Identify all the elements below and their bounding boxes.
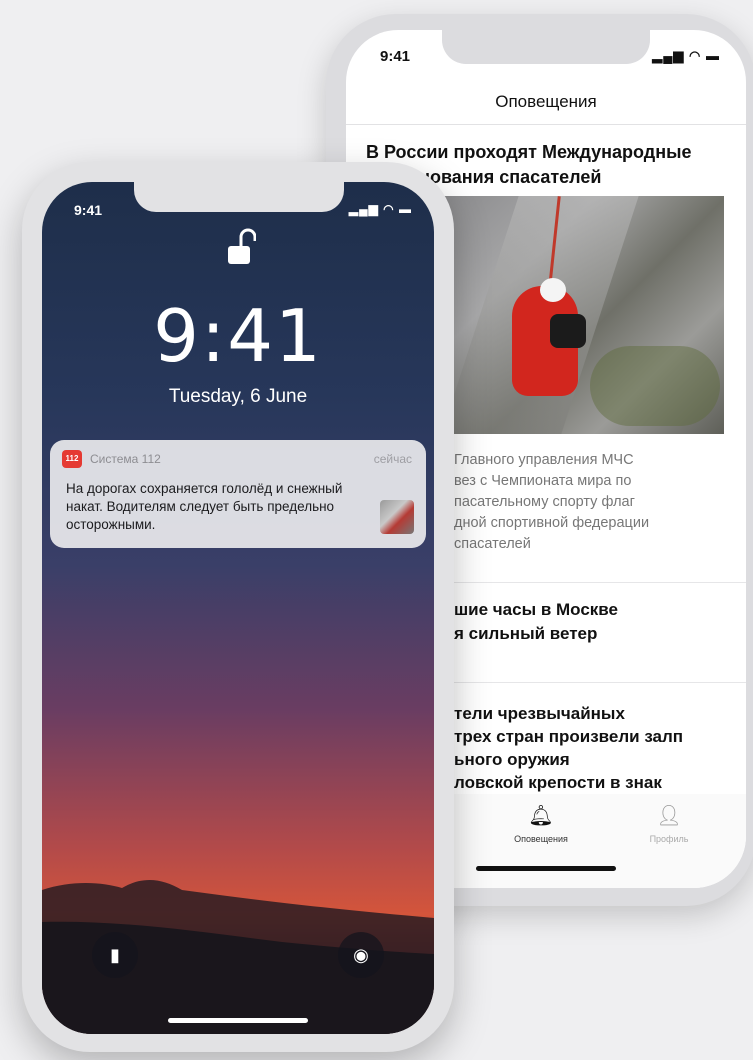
notification-time: сейчас — [373, 452, 412, 466]
tab-label: Оповещения — [514, 834, 568, 844]
news-photo[interactable] — [440, 196, 724, 434]
tab-alerts[interactable]: 🔔︎ Оповещения — [496, 804, 586, 844]
news-snippet: Главного управления МЧС вез с Чемпионата… — [454, 452, 650, 552]
status-icons: ▂▄▆ ◠ ▬ — [652, 48, 720, 63]
unlock-icon — [228, 228, 256, 264]
flashlight-button[interactable]: ▮ — [92, 932, 138, 978]
camera-button[interactable]: ◉ — [338, 932, 384, 978]
tab-label: Профиль — [649, 834, 689, 844]
notification-app-name: Система 112 — [90, 452, 161, 466]
bell-icon: 🔔︎ — [528, 805, 554, 827]
app-icon-112: 112 — [62, 450, 82, 468]
status-time: 9:41 — [74, 202, 103, 218]
tab-profile[interactable]: 👤︎ Профиль — [624, 804, 714, 844]
home-indicator[interactable] — [476, 866, 616, 871]
header-divider — [346, 124, 746, 125]
lock-date: Tuesday, 6 June — [168, 386, 308, 407]
person-icon: 👤︎ — [656, 805, 682, 827]
status-time: 9:41 — [380, 48, 411, 65]
news-headline-3[interactable]: тели чрезвычайных трех стран произвели з… — [454, 702, 744, 794]
camera-icon: ◉ — [353, 945, 369, 965]
notch — [134, 182, 344, 212]
notification-thumbnail — [380, 500, 414, 534]
notification-text: На дорогах сохраняется гололёд и снежный… — [66, 481, 343, 532]
home-indicator[interactable] — [168, 1018, 308, 1023]
flashlight-icon: ▮ — [110, 945, 120, 965]
page-title: Оповещения — [495, 92, 597, 111]
notch — [442, 30, 650, 64]
lock-clock: 9:41 — [153, 294, 323, 378]
lock-screen: 9:41 ▂▄▆ ◠ ▬ 9:41 Tuesday, 6 June 112 Си… — [42, 182, 434, 1034]
push-notification[interactable]: 112 Система 112 сейчас На дорогах сохран… — [50, 440, 426, 548]
news-headline-2[interactable]: шие часы в Москве я сильный ветер — [454, 598, 734, 646]
status-icons: ▂▄▆ ◠ ▬ — [348, 202, 412, 216]
